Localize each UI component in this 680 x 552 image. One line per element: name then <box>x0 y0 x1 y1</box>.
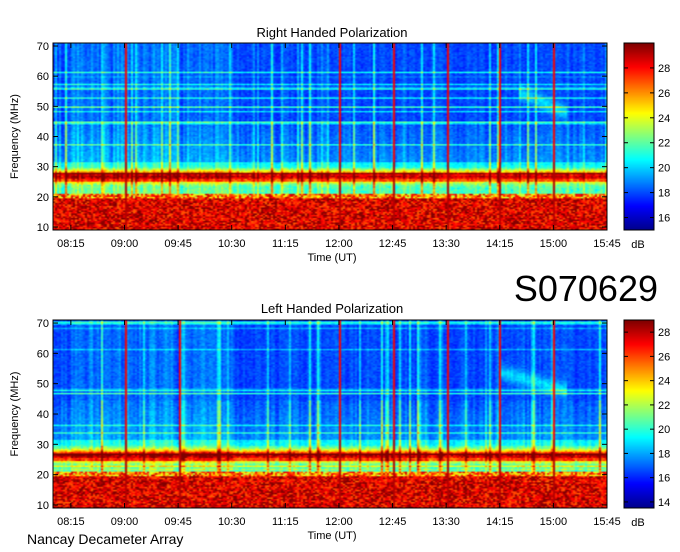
x-tick-label: 14:15 <box>486 238 514 250</box>
x-tick-label: 12:45 <box>379 238 407 250</box>
x-tick-label: 15:00 <box>540 238 568 250</box>
colorbar-tick-label: 20 <box>658 424 670 436</box>
y-tick-label: 10 <box>37 500 49 512</box>
x-tick-label: 09:45 <box>164 238 192 250</box>
observation-code: S070629 <box>514 268 658 309</box>
x-tick-label: 10:30 <box>218 516 246 528</box>
y-tick-label: 20 <box>37 192 49 204</box>
colorbar-tick-label: 24 <box>658 376 670 388</box>
spectrogram-plot <box>52 42 608 231</box>
x-tick-label: 15:45 <box>593 516 621 528</box>
x-tick-label: 13:30 <box>432 516 460 528</box>
x-tick-label: 11:15 <box>272 238 299 250</box>
panel-title: Right Handed Polarization <box>256 25 407 40</box>
colorbar-image <box>624 43 654 230</box>
x-tick-label: 12:00 <box>325 516 353 528</box>
colorbar: 14 16 18 20 22 24 26 28 dB <box>623 319 670 529</box>
panel-right-handed: Right Handed Polarization 10 20 30 40 50 60 70… <box>9 25 670 264</box>
colorbar-tick-label: 14 <box>658 497 670 509</box>
y-axis-label: Frequency (MHz) <box>9 372 21 457</box>
x-tick-label: 09:45 <box>164 516 192 528</box>
y-tick-label: 70 <box>37 318 49 330</box>
colorbar-tick-label: 22 <box>658 138 670 150</box>
x-tick-label: 14:15 <box>486 516 514 528</box>
colorbar-tick-label: 18 <box>658 448 670 460</box>
figure: Right Handed Polarization 10 20 30 40 50 60 70… <box>9 25 670 547</box>
panel-title: Left Handed Polarization <box>261 301 403 316</box>
colorbar-tick-label: 20 <box>658 163 670 175</box>
colorbar-tick-label: 28 <box>658 63 670 75</box>
y-axis-label: Frequency (MHz) <box>9 94 21 179</box>
x-axis-label: Time (UT) <box>307 530 356 542</box>
y-tick-label: 30 <box>37 162 49 174</box>
x-tick-label: 13:30 <box>432 238 460 250</box>
x-tick-label: 08:15 <box>57 238 85 250</box>
y-tick-label: 40 <box>37 132 49 144</box>
y-tick-label: 10 <box>37 222 49 234</box>
colorbar-label: dB <box>631 239 644 251</box>
x-tick-label: 08:15 <box>57 516 85 528</box>
spectrogram-plot <box>52 319 608 509</box>
colorbar-tick-label: 16 <box>658 473 670 485</box>
x-tick-label: 15:45 <box>593 238 621 250</box>
x-tick-label: 12:00 <box>325 238 353 250</box>
x-axis-label: Time (UT) <box>307 252 356 264</box>
y-tick-label: 60 <box>37 348 49 360</box>
x-tick-label: 09:00 <box>111 238 139 250</box>
x-tick-label: 11:15 <box>272 516 299 528</box>
panel-left-handed: Left Handed Polarization 10203040506070 … <box>9 301 670 542</box>
colorbar-label: dB <box>631 517 644 529</box>
y-tick-label: 60 <box>37 71 49 83</box>
y-tick-label: 20 <box>37 470 49 482</box>
x-tick-label: 12:45 <box>379 516 407 528</box>
y-tick-label: 30 <box>37 439 49 451</box>
colorbar-tick-label: 26 <box>658 88 670 100</box>
colorbar-tick-label: 24 <box>658 113 670 125</box>
y-tick-label: 50 <box>37 379 49 391</box>
colorbar: 16 18 20 22 24 26 28 dB <box>623 42 670 251</box>
colorbar-tick-label: 22 <box>658 400 670 412</box>
colorbar-tick-label: 26 <box>658 351 670 363</box>
x-tick-label: 15:00 <box>540 516 568 528</box>
colorbar-tick-label: 18 <box>658 188 670 200</box>
x-tick-label: 10:30 <box>218 238 246 250</box>
x-tick-label: 09:00 <box>111 516 139 528</box>
colorbar-tick-label: 16 <box>658 213 670 225</box>
spectrogram-image <box>53 43 607 230</box>
spectrogram-image <box>53 320 607 508</box>
colorbar-image <box>624 320 654 508</box>
y-tick-label: 50 <box>37 101 49 113</box>
instrument-name: Nancay Decameter Array <box>27 531 183 547</box>
y-tick-label: 40 <box>37 409 49 421</box>
colorbar-tick-label: 28 <box>658 327 670 339</box>
y-tick-label: 70 <box>37 41 49 53</box>
